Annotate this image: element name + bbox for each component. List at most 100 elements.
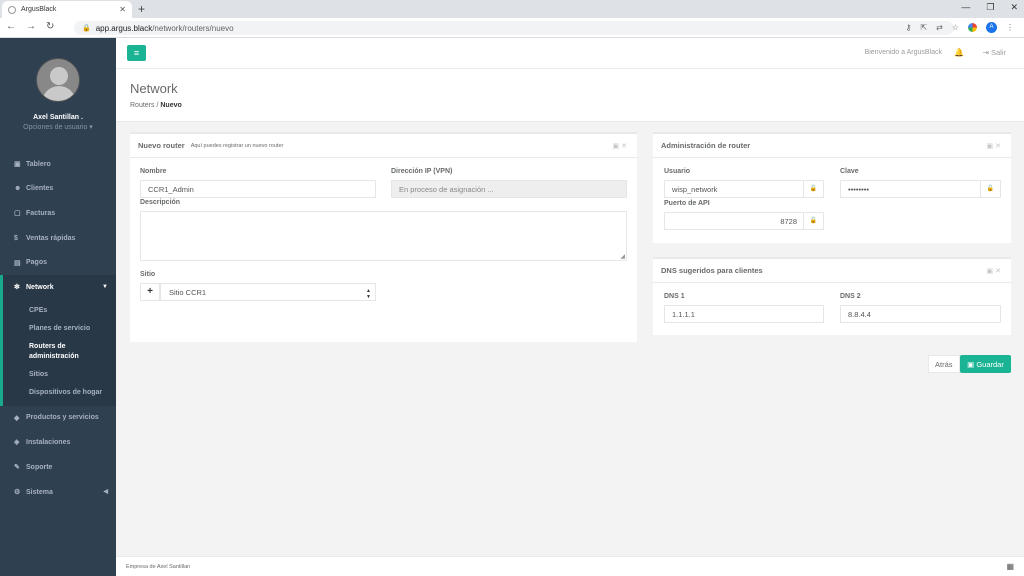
page-heading: Network Routers / Nuevo [116,69,1024,122]
floppy-icon: ▣ [967,359,975,369]
translate-icon[interactable]: ⇄ [936,23,943,32]
sidebar-subitem-sitios[interactable]: Sitios [3,366,116,384]
select-arrow-icon: ▲ ▼ [366,288,371,300]
panel-title: Administración de router [661,141,751,150]
user-name: Axel Santillan . [33,114,83,121]
sidebar-item-pagos[interactable]: ▤ Pagos [0,250,116,275]
user-options-dropdown[interactable]: Opciones de usuario ▾ [0,123,116,131]
browser-nav: ← → ↻ [6,21,54,32]
star-icon[interactable]: ☆ [952,23,959,32]
sidebar-subitem-dispositivos[interactable]: Dispositivos de hogar [3,384,116,402]
sidebar-item-facturas[interactable]: ▢ Facturas [0,201,116,226]
resize-handle-icon[interactable]: ◢ [620,253,625,260]
unlock-icon[interactable]: 🔓 [980,181,1000,197]
main-content: ≡ Bienvenido a ArgusBlack 🔔 ⇥ Salir Netw… [116,38,1024,576]
name-label: Nombre [140,168,167,175]
profile-avatar[interactable]: A [986,22,997,33]
breadcrumb: Routers / Nuevo [130,102,182,109]
logout-link[interactable]: ⇥ Salir [983,48,1006,57]
dns2-input[interactable]: 8.8.4.4 [840,305,1001,323]
close-icon[interactable]: ✕ [995,143,1003,150]
close-window-icon[interactable]: ✕ [1010,2,1018,13]
footer: Empresa de Axel Santillan ▦ [116,556,1024,576]
tab-title: ArgusBlack [21,6,57,13]
bell-icon[interactable]: 🔔 [954,48,964,57]
forward-arrow-icon[interactable]: → [26,21,36,32]
panel-title: Nuevo router [138,141,185,150]
new-router-header: Nuevo router Aquí puedes registrar un nu… [130,134,637,158]
back-button[interactable]: Atrás [928,355,960,373]
browser-tabbar: ArgusBlack ✕ + — ❐ ✕ [0,0,1024,18]
router-admin-panel: Administración de router ▣✕ Usuario wisp… [653,132,1011,243]
description-textarea[interactable]: ◢ [140,211,627,261]
site-label: Sitio [140,271,156,278]
sidebar-item-network[interactable]: ✻ Network ▼ [0,274,116,300]
dns2-label: DNS 2 [840,293,861,300]
file-icon: ▢ [14,210,21,218]
reload-icon[interactable]: ↻ [46,21,54,32]
more-menu-icon[interactable]: ⋮ [1006,23,1014,32]
sidebar-item-productos[interactable]: ◆ Productos y servicios [0,406,116,431]
extension-icon[interactable] [968,23,977,32]
unlock-icon[interactable]: 🔓 [803,213,823,229]
unlock-icon[interactable]: 🔓 [803,181,823,197]
users-icon: ☻ [14,185,22,193]
back-arrow-icon[interactable]: ← [6,21,16,32]
ip-label: Dirección IP (VPN) [391,168,453,175]
dns-header: DNS sugeridos para clientes ▣✕ [653,259,1011,283]
save-icon[interactable]: ▣ [987,268,996,275]
calculator-icon[interactable]: ▦ [1006,562,1014,571]
dashboard-icon: ▣ [14,161,21,169]
share-icon[interactable]: ⇱ [920,23,927,32]
sidebar-item-instalaciones[interactable]: ◈ Instalaciones [0,430,116,455]
sidebar-item-ventas[interactable]: $ Ventas rápidas [0,226,116,251]
sidebar-item-sistema[interactable]: ⚙ Sistema ◀ [0,479,116,504]
panel-tools: ▣✕ [987,142,1004,150]
name-input[interactable]: CCR1_Admin [140,180,376,198]
browser-tab[interactable]: ArgusBlack ✕ [2,1,132,18]
sidebar: Axel Santillan . Opciones de usuario ▾ ▣… [0,38,116,576]
description-label: Descripción [140,199,181,206]
menu-toggle-button[interactable]: ≡ [127,45,146,61]
sidebar-subitem-cpes[interactable]: CPEs [3,302,116,320]
key-icon[interactable]: ⚷ [906,23,912,32]
close-icon[interactable]: ✕ [995,268,1003,275]
sidebar-item-clientes[interactable]: ☻ Clientes [0,177,116,202]
sidebar-item-tablero[interactable]: ▣ Tablero [0,152,116,177]
breadcrumb-routers[interactable]: Routers [130,102,155,109]
router-admin-header: Administración de router ▣✕ [653,134,1011,158]
save-button[interactable]: ▣ Guardar [960,355,1011,373]
plug-icon: ◈ [14,439,20,447]
user-input[interactable]: wisp_network 🔓 [664,180,824,198]
site-select[interactable]: Sitio CCR1 ▲ ▼ [160,283,376,301]
url-path: /network/routers/nuevo [152,23,234,33]
money-icon: ▤ [14,259,21,267]
user-profile: Axel Santillan . Opciones de usuario ▾ [0,38,116,148]
tab-close-icon[interactable]: ✕ [119,5,126,14]
dns1-input[interactable]: 1.1.1.1 [664,305,824,323]
sidebar-subitem-routers[interactable]: Routers de administración [3,338,116,366]
dollar-icon: $ [14,234,18,242]
save-icon[interactable]: ▣ [613,143,622,150]
panel-subtitle: Aquí puedes registrar un nuevo router [190,142,284,149]
welcome-text: Bienvenido a ArgusBlack [864,49,942,56]
restore-icon[interactable]: ❐ [986,2,994,13]
sidebar-menu: ▣ Tablero ☻ Clientes ▢ Facturas $ Ventas ráp… [0,152,116,504]
close-icon[interactable]: ✕ [621,143,629,150]
new-tab-icon[interactable]: + [138,2,145,16]
address-bar[interactable]: 🔒 app.argus.black/network/routers/nuevo [74,21,954,35]
dns1-label: DNS 1 [664,293,685,300]
sidebar-subitem-planes[interactable]: Planes de servicio [3,320,116,338]
chevron-left-icon: ◀ [103,489,108,496]
dns-panel: DNS sugeridos para clientes ▣✕ DNS 1 1.1… [653,257,1011,335]
password-label: Clave [840,168,859,175]
api-port-input[interactable]: 8728 🔓 [664,212,824,230]
chevron-down-icon: ▼ [102,284,108,291]
sidebar-item-soporte[interactable]: ✎ Soporte [0,455,116,480]
add-site-button[interactable]: + [140,283,160,301]
password-input[interactable]: •••••••• 🔓 [840,180,1001,198]
minimize-icon[interactable]: — [961,2,970,13]
save-icon[interactable]: ▣ [987,143,996,150]
network-submenu: CPEs Planes de servicio Routers de admin… [0,299,116,406]
gear-icon: ✻ [14,284,20,292]
